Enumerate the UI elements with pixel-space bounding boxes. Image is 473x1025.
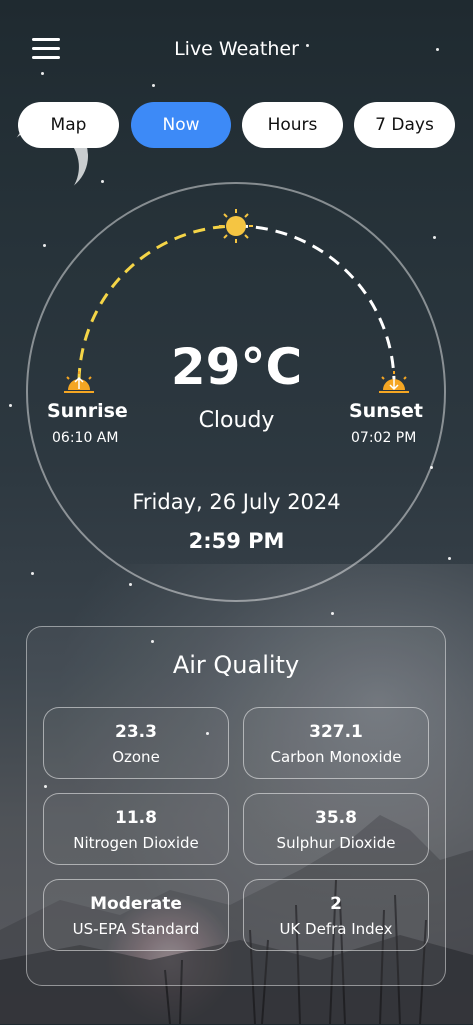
aq-value: 23.3 [115,722,157,742]
sunrise-time: 06:10 AM [52,430,119,446]
aq-label: Nitrogen Dioxide [73,834,199,852]
aq-value: 35.8 [315,808,357,828]
aq-item-nitrogen-dioxide[interactable]: 11.8 Nitrogen Dioxide [43,793,229,865]
current-date: Friday, 26 July 2024 [132,490,341,514]
aq-item-us-epa[interactable]: Moderate US-EPA Standard [43,879,229,951]
sun-path-arc [64,209,409,393]
aq-item-ozone[interactable]: 23.3 Ozone [43,707,229,779]
aq-label: UK Defra Index [279,920,393,938]
air-quality-title: Air Quality [172,651,300,679]
aq-value: 11.8 [115,808,157,828]
sunset-label: Sunset [349,400,424,422]
aq-label: Carbon Monoxide [270,748,402,766]
aq-item-sulphur-dioxide[interactable]: 35.8 Sulphur Dioxide [243,793,429,865]
aq-value: Moderate [90,894,182,914]
aq-value: 327.1 [309,722,363,742]
sunset-time: 07:02 PM [351,430,417,446]
air-quality-card: Air Quality 23.3 Ozone 327.1 Carbon Mono… [26,626,446,986]
sunrise-label: Sunrise [47,400,128,422]
aq-label: Ozone [112,748,160,766]
current-time: 2:59 PM [188,529,285,553]
aq-label: Sulphur Dioxide [276,834,396,852]
aq-item-uk-defra[interactable]: 2 UK Defra Index [243,879,429,951]
aq-label: US-EPA Standard [72,920,200,938]
aq-item-carbon-monoxide[interactable]: 327.1 Carbon Monoxide [243,707,429,779]
aq-value: 2 [330,894,342,914]
current-temperature: 29°C [170,338,303,396]
